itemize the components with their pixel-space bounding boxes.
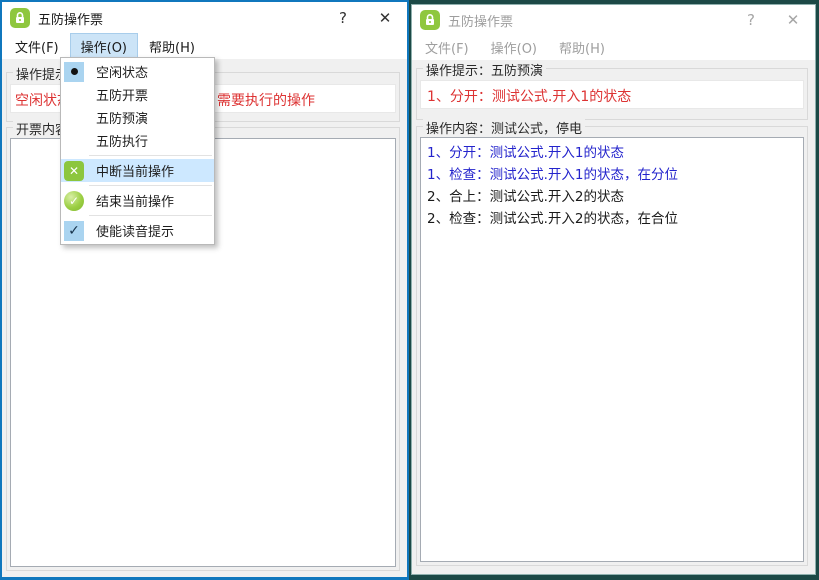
menu-operation[interactable]: 操作(O) xyxy=(70,33,138,60)
menu-item-label: 结束当前操作 xyxy=(96,191,174,210)
prompt-group-label: 操作提示：五防预演 xyxy=(423,60,546,79)
menu-item-label: 使能读音提示 xyxy=(96,221,174,240)
left-menubar: 文件(F) 操作(O) 帮助(H) xyxy=(2,34,407,59)
window-title: 五防操作票 xyxy=(38,9,323,28)
lock-icon xyxy=(420,10,440,30)
help-button[interactable]: ? xyxy=(323,9,363,27)
menu-separator xyxy=(61,182,214,189)
finish-icon: ✓ xyxy=(64,191,84,211)
prompt-text-right: 需要执行的操作 xyxy=(217,90,315,110)
close-button[interactable]: ✕ xyxy=(771,11,815,29)
checkmark-icon: ✓ xyxy=(64,221,84,241)
right-menubar: 文件(F) 操作(O) 帮助(H) xyxy=(412,35,815,60)
menu-item-rehearsal[interactable]: 五防预演 xyxy=(61,106,214,129)
left-titlebar[interactable]: 五防操作票 ? ✕ xyxy=(2,2,407,34)
radio-selected-icon xyxy=(64,62,84,82)
menu-item-label: 中断当前操作 xyxy=(96,161,174,180)
close-button[interactable]: ✕ xyxy=(363,9,407,27)
operation-steps-listbox[interactable]: 1、分开：测试公式.开入1的状态 1、检查：测试公式.开入1的状态，在分位 2、… xyxy=(420,137,804,562)
menu-help[interactable]: 帮助(H) xyxy=(548,34,616,61)
menu-item-finish-operation[interactable]: ✓ 结束当前操作 xyxy=(61,189,214,212)
prompt-strip: 1、分开：测试公式.开入1的状态 xyxy=(420,80,804,109)
menu-item-enable-voice-prompt[interactable]: ✓ 使能读音提示 xyxy=(61,219,214,242)
menu-file[interactable]: 文件(F) xyxy=(414,34,480,61)
list-item[interactable]: 2、检查：测试公式.开入2的状态，在合位 xyxy=(421,208,803,230)
right-titlebar[interactable]: 五防操作票 ? ✕ xyxy=(412,5,815,35)
list-item[interactable]: 2、合上：测试公式.开入2的状态 xyxy=(421,186,803,208)
right-body: 操作提示：五防预演 1、分开：测试公式.开入1的状态 操作内容：测试公式，停电 … xyxy=(412,60,815,574)
desktop: 五防操作票 ? ✕ 文件(F) 操作(O) 帮助(H) 操作提示： 空闲状态 需… xyxy=(0,0,819,580)
list-item[interactable]: 1、分开：测试公式.开入1的状态 xyxy=(421,142,803,164)
window-title: 五防操作票 xyxy=(448,11,731,30)
prompt-text: 1、分开：测试公式.开入1的状态 xyxy=(427,86,631,106)
menu-item-create-ticket[interactable]: 五防开票 xyxy=(61,83,214,106)
menu-item-label: 五防开票 xyxy=(96,85,148,104)
right-window: 五防操作票 ? ✕ 文件(F) 操作(O) 帮助(H) 操作提示：五防预演 1、… xyxy=(411,4,816,575)
menu-help[interactable]: 帮助(H) xyxy=(138,33,206,60)
menu-item-label: 五防预演 xyxy=(96,108,148,127)
operation-content-group-label: 操作内容：测试公式，停电 xyxy=(423,118,585,137)
menu-operation[interactable]: 操作(O) xyxy=(480,34,548,61)
menu-item-label: 五防执行 xyxy=(96,131,148,150)
list-item[interactable]: 1、检查：测试公式.开入1的状态，在分位 xyxy=(421,164,803,186)
menu-item-idle-state[interactable]: 空闲状态 xyxy=(61,60,214,83)
operation-dropdown-menu: 空闲状态 五防开票 五防预演 五防执行 ✕ 中断当前操作 ✓ 结束当前操作 ✓ … xyxy=(60,57,215,245)
prompt-group: 操作提示：五防预演 1、分开：测试公式.开入1的状态 xyxy=(416,68,808,120)
menu-item-execute[interactable]: 五防执行 xyxy=(61,129,214,152)
menu-item-abort-operation[interactable]: ✕ 中断当前操作 xyxy=(61,159,214,182)
help-button[interactable]: ? xyxy=(731,11,771,29)
menu-item-label: 空闲状态 xyxy=(96,62,148,81)
lock-icon xyxy=(10,8,30,28)
operation-content-group: 操作内容：测试公式，停电 1、分开：测试公式.开入1的状态 1、检查：测试公式.… xyxy=(416,126,808,566)
abort-icon: ✕ xyxy=(64,161,84,181)
menu-separator xyxy=(61,212,214,219)
menu-separator xyxy=(61,152,214,159)
menu-file[interactable]: 文件(F) xyxy=(4,33,70,60)
